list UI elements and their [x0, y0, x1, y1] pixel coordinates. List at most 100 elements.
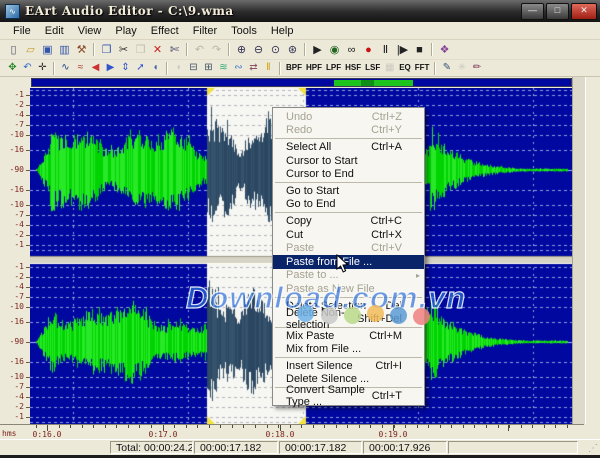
menu-item-cut[interactable]: Cut Ctrl+X	[273, 228, 424, 242]
menu-item-convert-sample-type[interactable]: Convert Sample Type ... Ctrl+T	[273, 384, 424, 408]
crossfade-icon[interactable]: ⇄	[246, 61, 261, 75]
fade-in-icon[interactable]: ◀	[88, 61, 103, 75]
speaker-icon[interactable]: ◖	[148, 61, 163, 75]
resize-grip[interactable]: ⋰	[588, 443, 598, 454]
menu-tools[interactable]: Tools	[224, 24, 264, 38]
menu-item-shortcut: Ctrl+X	[371, 228, 402, 241]
menu-item-cursor-to-end[interactable]: Cursor to End	[273, 167, 424, 181]
hpf-button[interactable]: HPF	[304, 61, 324, 75]
open-file-icon[interactable]: ▱	[22, 42, 39, 58]
menu-item-undo[interactable]: Undo Ctrl+Z	[273, 110, 424, 124]
fft-button[interactable]: FFT	[413, 61, 432, 75]
play-all-icon[interactable]: ◉	[326, 42, 343, 58]
help-icon[interactable]: ❖	[436, 42, 453, 58]
minimize-button[interactable]: —	[521, 3, 544, 20]
stop-icon[interactable]: ■	[411, 42, 428, 58]
cursor-tool-icon[interactable]: ✛	[35, 61, 50, 75]
time-label: 0:18.0	[265, 430, 295, 439]
toolbar-separator	[279, 61, 281, 75]
echo-icon[interactable]: ∾	[231, 61, 246, 75]
bpf-button[interactable]: BPF	[284, 61, 304, 75]
app-icon: ∿	[5, 3, 20, 19]
lsf-button[interactable]: LSF	[363, 61, 382, 75]
menu-item-delete-non-selection[interactable]: Delete Non-selection Shift+Del	[273, 307, 424, 331]
toolbar-row1: ▯ ▱ ▣ ▥ ⚒ ❐ ✂ ❒ ✕ ✄ ↶ ↷ ⊕ ⊖ ⊙ ⊛ ▶ ◉ ∞ ● Ⅱ |▶ ■ ❖	[0, 40, 600, 60]
menu-item-go-to-end[interactable]: Go to End	[273, 198, 424, 212]
minor-tick	[566, 425, 568, 428]
toolbar-separator	[166, 61, 168, 75]
pan-tool-icon[interactable]: ✥	[5, 61, 20, 75]
draw-wave-icon[interactable]: ✎	[439, 61, 454, 75]
menu-item-select-all[interactable]: Select All Ctrl+A	[273, 140, 424, 154]
maximize-button[interactable]: □	[546, 3, 569, 20]
play-icon[interactable]: ▶	[309, 42, 326, 58]
graphic-eq-icon[interactable]: ▦	[382, 61, 397, 75]
menu-play[interactable]: Play	[108, 24, 143, 38]
pitch-icon[interactable]: ➚	[133, 61, 148, 75]
region-icon[interactable]: ⊞	[201, 61, 216, 75]
record-icon[interactable]: ●	[360, 42, 377, 58]
menu-view[interactable]: View	[71, 24, 109, 38]
menu-item-redo[interactable]: Redo Ctrl+Y	[273, 124, 424, 138]
menu-help[interactable]: Help	[264, 24, 301, 38]
eq-button[interactable]: EQ	[397, 61, 413, 75]
zoom-all-icon[interactable]: ⊛	[284, 42, 301, 58]
new-file-icon[interactable]: ▯	[5, 42, 22, 58]
menu-separator	[275, 212, 422, 214]
zoom-out-icon[interactable]: ⊖	[250, 42, 267, 58]
menu-edit[interactable]: Edit	[38, 24, 71, 38]
copy-icon[interactable]: ❐	[98, 42, 115, 58]
menu-item-paste-from-file[interactable]: Paste from File ...	[273, 254, 424, 269]
menu-item-mix-from-file[interactable]: Mix from File ...	[273, 343, 424, 357]
vertical-scrollbar[interactable]	[572, 77, 586, 424]
trim-icon[interactable]: ✄	[166, 42, 183, 58]
pause-icon[interactable]: Ⅱ	[377, 42, 394, 58]
fade-out-icon[interactable]: ▶	[103, 61, 118, 75]
play-from-cursor-icon[interactable]: |▶	[394, 42, 411, 58]
normalize-icon[interactable]: ≈	[73, 61, 88, 75]
title-bar[interactable]: ∿ EArt Audio Editor - C:\9.wma — □ ✕	[0, 0, 600, 22]
save-icon[interactable]: ▣	[39, 42, 56, 58]
menu-item-label: Mix Paste	[286, 329, 335, 342]
amplify-icon[interactable]: ∿	[58, 61, 73, 75]
chorus-icon[interactable]: ≋	[216, 61, 231, 75]
minor-tick	[405, 425, 407, 428]
zoom-selection-icon[interactable]: ⊙	[267, 42, 284, 58]
menu-item-paste[interactable]: Paste Ctrl+V	[273, 241, 424, 255]
redo-icon[interactable]: ↷	[208, 42, 225, 58]
overview-bar[interactable]	[31, 78, 572, 87]
loop-icon[interactable]: ∞	[343, 42, 360, 58]
undo-icon[interactable]: ↶	[191, 42, 208, 58]
tools-icon[interactable]: ⚒	[73, 42, 90, 58]
cut-icon[interactable]: ✂	[115, 42, 132, 58]
selection-arrow-icon[interactable]: ↶	[20, 61, 35, 75]
menu-item-shortcut: Ctrl+T	[371, 390, 402, 403]
draw-sample-icon[interactable]: ✏	[469, 61, 484, 75]
minor-tick	[532, 425, 534, 428]
paste-icon[interactable]: ❒	[132, 42, 149, 58]
menu-item-go-to-start[interactable]: Go to Start	[273, 184, 424, 198]
spectral-icon[interactable]: ✳	[454, 61, 469, 75]
delete-icon[interactable]: ✕	[149, 42, 166, 58]
zoom-in-icon[interactable]: ⊕	[233, 42, 250, 58]
menu-file[interactable]: File	[6, 24, 38, 38]
mixer-icon[interactable]: ‖	[261, 61, 276, 75]
minor-tick	[254, 425, 256, 428]
menu-item-mix-paste[interactable]: Mix Paste Ctrl+M	[273, 329, 424, 343]
menu-item-paste-to[interactable]: Paste to ... ▸	[273, 269, 424, 283]
lpf-button[interactable]: LPF	[324, 61, 343, 75]
menu-item-copy[interactable]: Copy Ctrl+C	[273, 214, 424, 228]
menu-item-cursor-to-start[interactable]: Cursor to Start	[273, 154, 424, 168]
menu-item-insert-silence[interactable]: Insert Silence Ctrl+I	[273, 359, 424, 373]
mute-icon[interactable]: ◖	[171, 61, 186, 75]
close-button[interactable]: ✕	[571, 3, 597, 20]
stretch-icon[interactable]: ⇕	[118, 61, 133, 75]
minor-tick	[231, 425, 233, 428]
menu-item-paste-as-new-file[interactable]: Paste as New File	[273, 282, 424, 296]
marker-icon[interactable]: ⊟	[186, 61, 201, 75]
menu-filter[interactable]: Filter	[186, 24, 224, 38]
save-as-icon[interactable]: ▥	[56, 42, 73, 58]
menu-effect[interactable]: Effect	[144, 24, 186, 38]
hsf-button[interactable]: HSF	[343, 61, 363, 75]
minor-tick	[439, 425, 441, 428]
